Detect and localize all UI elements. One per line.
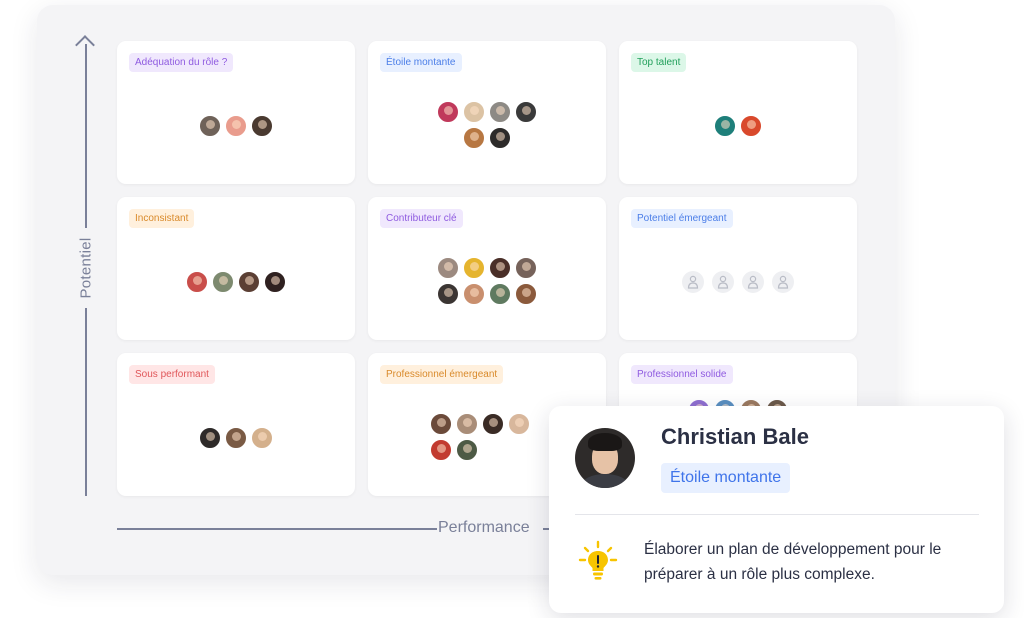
avatar[interactable] bbox=[437, 257, 459, 279]
avatar[interactable] bbox=[489, 127, 511, 149]
avatar[interactable] bbox=[515, 257, 537, 279]
avatar[interactable] bbox=[456, 439, 478, 461]
employee-name: Christian Bale bbox=[661, 424, 809, 449]
avatar[interactable] bbox=[508, 413, 530, 435]
avatar[interactable] bbox=[225, 427, 247, 449]
avatar-group bbox=[430, 257, 544, 305]
employee-avatar[interactable] bbox=[575, 428, 635, 488]
user-placeholder-icon bbox=[712, 271, 734, 293]
avatar-placeholder-group bbox=[619, 271, 857, 293]
employee-category-tag: Étoile montante bbox=[661, 463, 791, 493]
avatar[interactable] bbox=[251, 115, 273, 137]
matrix-cell[interactable]: Adéquation du rôle ? bbox=[117, 41, 355, 184]
avatar-group bbox=[619, 115, 857, 137]
cell-tag: Sous performant bbox=[129, 365, 215, 384]
cell-tag: Top talent bbox=[631, 53, 687, 72]
matrix-cell[interactable]: Contributeur clé bbox=[368, 197, 606, 340]
employee-detail-card: Christian Bale Étoile montante Élaborer … bbox=[549, 406, 1004, 613]
avatar[interactable] bbox=[463, 283, 485, 305]
cell-tag: Potentiel émergeant bbox=[631, 209, 733, 228]
user-placeholder-icon bbox=[742, 271, 764, 293]
user-placeholder-icon bbox=[682, 271, 704, 293]
divider bbox=[575, 514, 979, 515]
avatar[interactable] bbox=[251, 427, 273, 449]
recommendation-text: Élaborer un plan de développement pour l… bbox=[644, 541, 942, 583]
avatar[interactable] bbox=[489, 257, 511, 279]
cell-tag: Professionnel émergeant bbox=[380, 365, 504, 384]
lightbulb-icon bbox=[577, 540, 619, 582]
avatar-group bbox=[117, 427, 355, 449]
cell-tag: Adéquation du rôle ? bbox=[129, 53, 234, 72]
avatar[interactable] bbox=[463, 257, 485, 279]
avatar-group bbox=[117, 271, 355, 293]
avatar[interactable] bbox=[456, 413, 478, 435]
avatar[interactable] bbox=[482, 413, 504, 435]
matrix-cell[interactable]: Inconsistant bbox=[117, 197, 355, 340]
matrix-cell[interactable]: Étoile montante bbox=[368, 41, 606, 184]
avatar[interactable] bbox=[199, 427, 221, 449]
avatar[interactable] bbox=[430, 439, 452, 461]
avatar[interactable] bbox=[225, 115, 247, 137]
avatar-group bbox=[430, 413, 544, 461]
y-axis-label: Potentiel bbox=[77, 237, 95, 299]
avatar[interactable] bbox=[463, 127, 485, 149]
x-axis-line bbox=[117, 528, 437, 530]
matrix-cell[interactable]: Top talent bbox=[619, 41, 857, 184]
avatar[interactable] bbox=[199, 115, 221, 137]
matrix-cell[interactable]: Potentiel émergeant bbox=[619, 197, 857, 340]
avatar[interactable] bbox=[489, 283, 511, 305]
avatar[interactable] bbox=[489, 101, 511, 123]
avatar[interactable] bbox=[186, 271, 208, 293]
avatar[interactable] bbox=[437, 101, 459, 123]
x-axis-label: Performance bbox=[438, 519, 530, 536]
cell-tag: Professionnel solide bbox=[631, 365, 733, 384]
avatar[interactable] bbox=[430, 413, 452, 435]
avatar[interactable] bbox=[740, 115, 762, 137]
user-placeholder-icon bbox=[772, 271, 794, 293]
avatar[interactable] bbox=[515, 283, 537, 305]
cell-tag: Inconsistant bbox=[129, 209, 195, 228]
cell-tag: Contributeur clé bbox=[380, 209, 463, 228]
cell-tag: Étoile montante bbox=[380, 53, 462, 72]
avatar-group bbox=[117, 115, 355, 137]
avatar[interactable] bbox=[463, 101, 485, 123]
avatar[interactable] bbox=[714, 115, 736, 137]
avatar[interactable] bbox=[264, 271, 286, 293]
matrix-cell[interactable]: Sous performant bbox=[117, 353, 355, 496]
avatar[interactable] bbox=[238, 271, 260, 293]
avatar[interactable] bbox=[212, 271, 234, 293]
avatar[interactable] bbox=[515, 101, 537, 123]
avatar-group bbox=[430, 101, 544, 149]
avatar[interactable] bbox=[437, 283, 459, 305]
